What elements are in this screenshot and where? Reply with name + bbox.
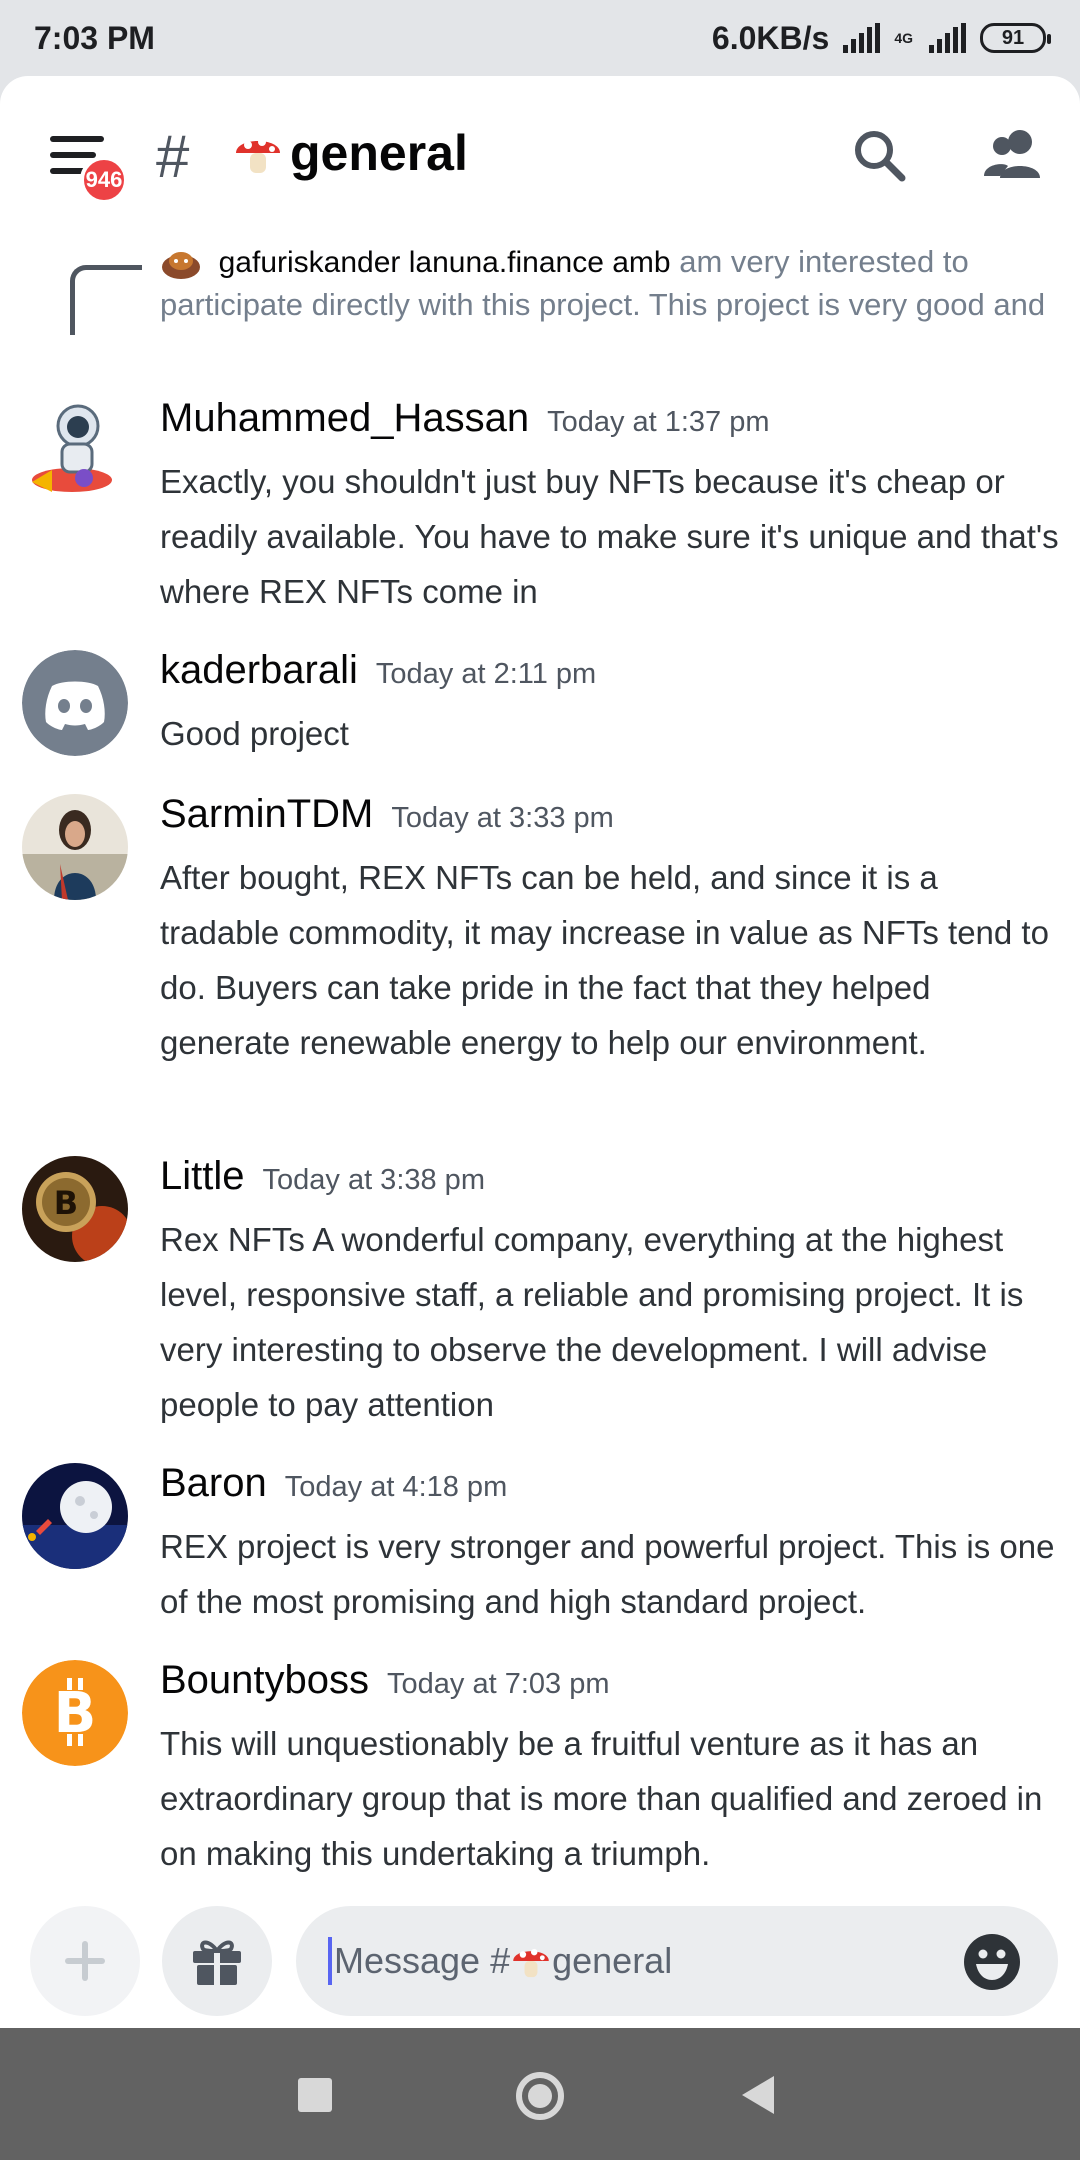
message-content: After bought, REX NFTs can be held, and …	[160, 859, 1049, 1061]
reply-reference[interactable]: gafuriskander lanuna.finance amb am very…	[70, 241, 1070, 391]
avatar-bountyboss[interactable]: B	[22, 1660, 128, 1766]
system-navigation-bar	[0, 2028, 1080, 2160]
timestamp: Today at 2:11 pm	[375, 658, 597, 690]
status-indicators: 6.0KB/s 4G 91	[711, 19, 1051, 57]
svg-text:B: B	[54, 1184, 78, 1222]
avatar-kaderbarali[interactable]	[22, 650, 128, 756]
author-name[interactable]: Bountyboss	[160, 1658, 369, 1703]
message-placeholder: Message # general	[334, 1940, 673, 1981]
home-icon[interactable]	[516, 2072, 564, 2120]
reply-spine	[70, 265, 142, 335]
message-body: Muhammed_Hassan Today at 1:37 pm Exactly…	[160, 396, 1060, 619]
author-name[interactable]: SarminTDM	[160, 792, 373, 837]
plus-button[interactable]	[30, 1906, 140, 2016]
message-input[interactable]: Message # general	[296, 1906, 1058, 2016]
reply-avatar	[162, 251, 200, 279]
emoji-icon[interactable]	[962, 1932, 1022, 1992]
status-time: 7:03 PM	[34, 19, 155, 56]
members-icon[interactable]	[982, 126, 1044, 184]
author-name[interactable]: Muhammed_Hassan	[160, 396, 529, 441]
plus-icon	[65, 1941, 105, 1981]
mushroom-emoji-icon	[513, 1948, 549, 1978]
message-header: kaderbarali Today at 2:11 pm	[160, 648, 1060, 704]
gift-icon	[193, 1940, 241, 1985]
message-content: Rex NFTs A wonderful company, everything…	[160, 1221, 1024, 1423]
message-body: kaderbarali Today at 2:11 pm Good projec…	[160, 648, 1060, 761]
svg-text:B: B	[54, 1681, 97, 1746]
message-header: SarminTDM Today at 3:33 pm	[160, 792, 1060, 848]
network-speed: 6.0KB/s	[711, 19, 830, 56]
status-bar: 7:03 PM 6.0KB/s 4G 91	[0, 0, 1080, 76]
author-name[interactable]: Baron	[160, 1461, 267, 1506]
network-type: 4G	[894, 30, 913, 46]
author-name[interactable]: kaderbarali	[160, 648, 358, 693]
avatar-little[interactable]: B	[22, 1156, 128, 1262]
search-icon[interactable]	[852, 128, 908, 184]
timestamp: Today at 1:37 pm	[547, 406, 770, 438]
message-header: Muhammed_Hassan Today at 1:37 pm	[160, 396, 1060, 452]
signal-2-icon	[929, 23, 966, 53]
gift-button[interactable]	[162, 1906, 272, 2016]
chat-screen: 946 # general gafuriskander lanuna.finan…	[0, 76, 1080, 2028]
author-name[interactable]: Little	[160, 1154, 245, 1199]
channel-name: general	[290, 125, 468, 181]
battery-icon: 91	[980, 23, 1051, 53]
message-content: This will unquestionably be a fruitful v…	[160, 1725, 1043, 1872]
signal-icon	[843, 23, 881, 53]
channel-hash-icon: #	[156, 123, 190, 190]
avatar-baron[interactable]	[22, 1463, 128, 1569]
message-header: Baron Today at 4:18 pm	[160, 1461, 1060, 1517]
text-caret	[328, 1937, 332, 1985]
avatar-sarmintdm[interactable]	[22, 794, 128, 900]
timestamp: Today at 4:18 pm	[284, 1471, 508, 1503]
message-header: Bountyboss Today at 7:03 pm	[160, 1658, 1060, 1714]
message-body: Baron Today at 4:18 pm REX project is ve…	[160, 1461, 1060, 1629]
timestamp: Today at 7:03 pm	[387, 1668, 610, 1700]
message-content: REX project is very stronger and powerfu…	[160, 1528, 1055, 1620]
message-body: Little Today at 3:38 pm Rex NFTs A wonde…	[160, 1154, 1060, 1432]
back-icon[interactable]	[742, 2076, 774, 2114]
message-composer: Message # general	[0, 1888, 1080, 2028]
reply-preview: gafuriskander lanuna.finance amb am very…	[160, 241, 1060, 326]
reply-author[interactable]: gafuriskander lanuna.finance amb	[219, 246, 671, 279]
channel-header: 946 # general	[0, 76, 1080, 226]
avatar-muhammed-hassan[interactable]	[22, 400, 128, 506]
timestamp: Today at 3:33 pm	[391, 802, 614, 834]
recent-apps-icon[interactable]	[298, 2078, 332, 2112]
mention-badge: 946	[80, 156, 128, 204]
message-body: SarminTDM Today at 3:33 pm After bought,…	[160, 792, 1060, 1070]
message-content: Good project	[160, 715, 349, 752]
message-body: Bountyboss Today at 7:03 pm This will un…	[160, 1658, 1060, 1881]
message-content: Exactly, you shouldn't just buy NFTs bec…	[160, 463, 1059, 610]
mushroom-emoji-icon	[236, 138, 280, 173]
message-header: Little Today at 3:38 pm	[160, 1154, 1060, 1210]
channel-title: general	[232, 124, 468, 182]
timestamp: Today at 3:38 pm	[262, 1164, 485, 1196]
